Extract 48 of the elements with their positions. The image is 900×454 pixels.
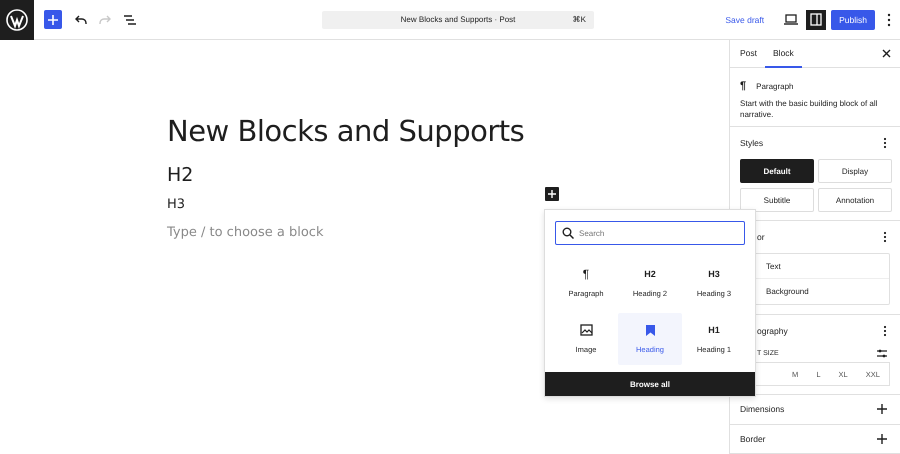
panel-title: ography (756, 326, 788, 336)
more-vertical-icon (887, 12, 891, 26)
laptop-icon (784, 14, 798, 25)
redo-icon (99, 14, 111, 24)
color-setting-item[interactable]: Text (753, 254, 889, 280)
more-vertical-icon (883, 231, 887, 244)
paragraph-icon: ¶ (582, 267, 590, 281)
browse-all-button[interactable]: Browse all (545, 372, 755, 396)
heading-block[interactable]: H3 (167, 191, 186, 219)
site-logo[interactable] (0, 0, 34, 40)
sliders-icon (877, 348, 887, 358)
more-vertical-icon (883, 137, 887, 150)
sidebar-tab[interactable]: Post (732, 40, 766, 68)
color-setting-item[interactable]: Background (753, 279, 889, 304)
style-option[interactable]: Display (818, 159, 892, 184)
paragraph-icon: ¶ (740, 80, 746, 92)
plus-icon (877, 404, 887, 414)
style-option[interactable]: Default (740, 159, 814, 184)
panel-title: Styles (740, 138, 764, 148)
undo-icon (75, 14, 87, 24)
panel-title[interactable]: Dimensions (740, 404, 784, 414)
add-block-button[interactable] (545, 187, 559, 201)
block-description: Start with the basic building block of all narrative. (740, 98, 878, 120)
close-icon (882, 49, 891, 58)
settings-toggle-button[interactable] (806, 10, 826, 30)
more-vertical-icon (883, 325, 887, 338)
plus-icon (877, 434, 887, 444)
wordpress-logo-icon (6, 8, 28, 30)
heading-icon: H3 (708, 269, 720, 279)
bookmark-icon (646, 324, 654, 336)
publish-button[interactable]: Publish (831, 10, 875, 30)
sidebar-panel-icon (810, 13, 822, 26)
paragraph-placeholder[interactable]: Type / to choose a block (167, 219, 324, 247)
image-icon (580, 324, 592, 336)
panel-title: or (756, 232, 765, 242)
plus-icon (48, 14, 58, 24)
sidebar-tab[interactable]: Block (765, 40, 802, 68)
panel-title[interactable]: Border (740, 434, 766, 444)
plus-icon (548, 190, 556, 198)
search-field[interactable]: Search (555, 221, 745, 245)
block-name: Paragraph (756, 82, 794, 90)
save-draft-link[interactable]: Save draft (725, 14, 764, 24)
command-bar[interactable]: New Blocks and Supports · Post ⌘K (322, 10, 594, 28)
heading-icon: H2 (644, 269, 656, 279)
list-icon (123, 14, 137, 26)
style-option[interactable]: Subtitle (740, 188, 814, 212)
style-option[interactable]: Annotation (818, 188, 892, 212)
heading-icon: H1 (708, 325, 720, 335)
